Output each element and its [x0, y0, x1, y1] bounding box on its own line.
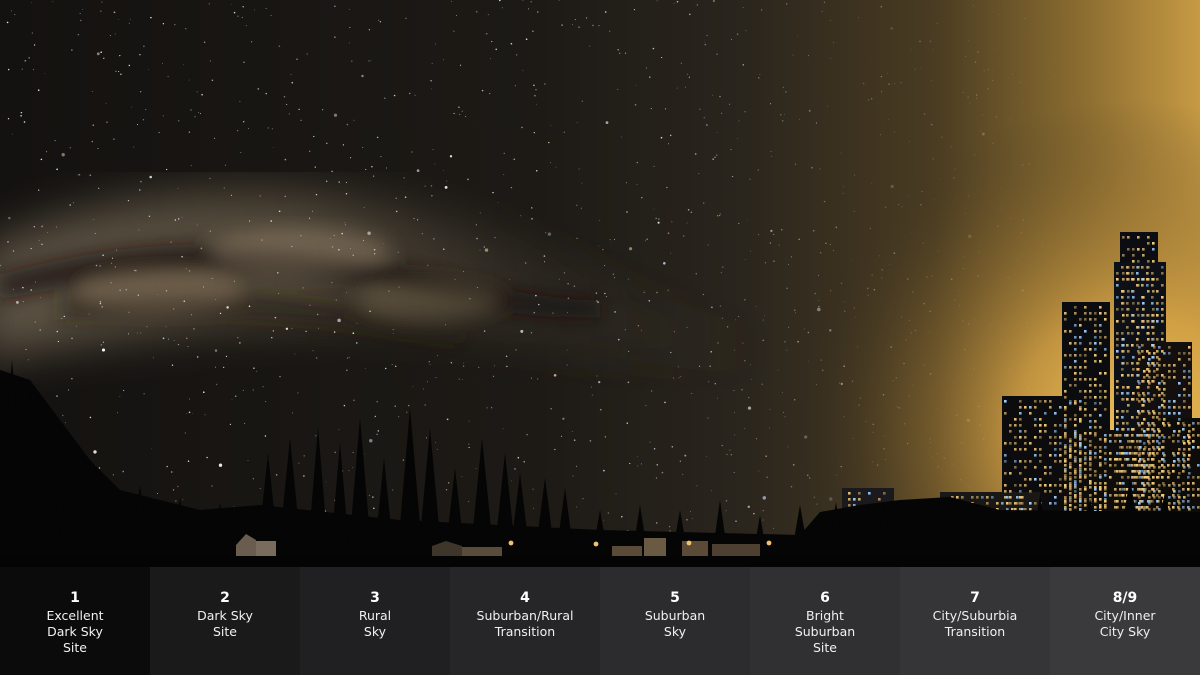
bortle-class-label: Sky [663, 624, 687, 639]
bortle-class-label: Site [213, 624, 237, 639]
bortle-class-6: 6 Bright Suburban Site [750, 567, 900, 675]
bortle-class-number: 4 [520, 590, 530, 606]
bortle-class-number: 1 [70, 590, 80, 606]
bortle-class-label: Dark Sky [47, 624, 103, 639]
bortle-class-5: 5 Suburban Sky [600, 567, 750, 675]
bortle-class-label: City/Suburbia [932, 608, 1018, 623]
bortle-class-3: 3 Rural Sky [300, 567, 450, 675]
bortle-class-number: 2 [220, 590, 230, 606]
bortle-class-label: Suburban [644, 608, 706, 623]
bortle-class-label: Transition [944, 624, 1006, 639]
bortle-class-label: Suburban/Rural [476, 608, 574, 623]
bortle-class-number: 6 [820, 590, 830, 606]
bortle-class-label: Dark Sky [197, 608, 253, 623]
bortle-class-1: 1 Excellent Dark Sky Site [0, 567, 150, 675]
bortle-sky-image [0, 0, 1200, 567]
bortle-class-label: City/Inner [1094, 608, 1156, 623]
bortle-scale-bar: 1 Excellent Dark Sky Site 2 Dark Sky Site 3 Rura… [0, 567, 1200, 675]
bortle-class-7: 7 City/Suburbia Transition [900, 567, 1050, 675]
bortle-class-label: Suburban [794, 624, 856, 639]
bortle-class-2: 2 Dark Sky Site [150, 567, 300, 675]
ground [0, 556, 1200, 567]
bortle-class-label: Transition [494, 624, 556, 639]
bortle-class-label: Site [813, 640, 837, 655]
bortle-class-label: City Sky [1099, 624, 1151, 639]
bortle-class-label: Rural [358, 608, 392, 623]
bortle-class-number: 5 [670, 590, 680, 606]
bortle-class-number: 8/9 [1112, 590, 1138, 606]
bortle-class-4: 4 Suburban/Rural Transition [450, 567, 600, 675]
bortle-class-8: 8/9 City/Inner City Sky [1050, 567, 1200, 675]
night-sky-scene: 1 Excellent Dark Sky Site 2 Dark Sky Site 3 Rura… [0, 0, 1200, 675]
bortle-class-label: Site [63, 640, 87, 655]
bortle-class-label: Excellent [46, 608, 104, 623]
bortle-class-label: Bright [806, 608, 844, 623]
bortle-class-number: 3 [370, 590, 380, 606]
bortle-class-number: 7 [970, 590, 980, 606]
bortle-class-label: Sky [363, 624, 387, 639]
